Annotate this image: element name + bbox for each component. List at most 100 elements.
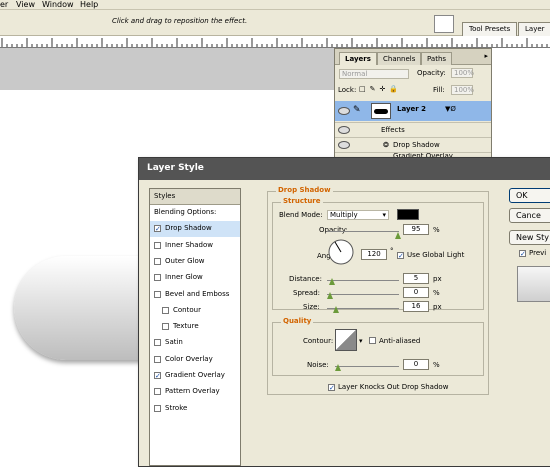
style-item-stroke[interactable]: Stroke: [150, 401, 240, 417]
style-item-label: Bevel and Emboss: [165, 289, 230, 298]
palette-well-icon[interactable]: [434, 15, 454, 33]
style-item-label: Stroke: [165, 403, 188, 412]
menu-item-help[interactable]: Help: [80, 0, 98, 10]
tab-paths[interactable]: Paths: [421, 52, 453, 65]
angle-dial[interactable]: [327, 238, 355, 266]
style-item-label: Contour: [173, 305, 201, 314]
style-item-blending-options-default[interactable]: Blending Options: Default: [150, 205, 240, 231]
tab-layers[interactable]: Layers: [339, 52, 377, 65]
style-checkbox[interactable]: [154, 404, 161, 412]
style-checkbox[interactable]: [154, 339, 161, 347]
fill-label: Fill:: [433, 86, 445, 94]
size-unit: px: [433, 303, 442, 311]
dialog-titlebar[interactable]: Layer Style: [139, 158, 550, 180]
blend-mode-label: Blend Mode:: [279, 211, 323, 219]
style-checkbox[interactable]: [154, 290, 161, 298]
eye-icon[interactable]: [338, 126, 350, 134]
fx-icon[interactable]: ▼Ø: [445, 105, 456, 113]
options-hint: Click and drag to reposition the effect.: [112, 17, 248, 25]
opacity-input[interactable]: 95: [403, 224, 429, 235]
effect-row-drop-shadow: ❂ Drop Shadow: [335, 137, 491, 152]
horizontal-ruler: [0, 36, 550, 48]
angle-input[interactable]: 120: [361, 249, 387, 260]
menu-item-window[interactable]: Window: [42, 0, 74, 10]
layers-panel: Layers Channels Paths ▸ Normal Opacity: …: [334, 48, 492, 160]
style-item-pattern-overlay[interactable]: Pattern Overlay: [150, 384, 240, 400]
eye-icon[interactable]: [338, 107, 350, 115]
fill-input[interactable]: 100%: [451, 85, 474, 95]
drop-shadow-group: Drop Shadow Structure Blend Mode: Multip…: [267, 186, 489, 395]
knockout-checkbox[interactable]: ✓: [328, 384, 335, 392]
chevron-down-icon: ▾: [382, 211, 386, 219]
new-style-button[interactable]: New Sty: [509, 230, 550, 245]
noise-slider[interactable]: [335, 366, 399, 367]
opacity-label: Opacity:: [319, 226, 348, 234]
layer-blend-mode-select[interactable]: Normal: [339, 69, 409, 79]
style-checkbox[interactable]: [154, 257, 161, 265]
distance-slider[interactable]: [327, 280, 399, 281]
layers-opacity-input[interactable]: 100%: [451, 68, 474, 78]
style-item-outer-glow[interactable]: Outer Glow: [150, 254, 240, 270]
style-checkbox[interactable]: [154, 241, 161, 249]
style-item-contour[interactable]: Contour: [150, 303, 240, 319]
styles-header[interactable]: Styles: [150, 189, 240, 205]
chevron-down-icon[interactable]: ▾: [359, 337, 363, 345]
styles-list: Styles Blending Options: Default✓Drop Sh…: [149, 188, 241, 466]
quality-title: Quality: [281, 317, 314, 325]
quality-group: Quality Contour: ▾ Anti-aliased Noise: 0…: [272, 317, 484, 376]
spread-unit: %: [433, 289, 440, 297]
size-input[interactable]: 16: [403, 301, 429, 312]
tab-layer-comps[interactable]: Layer C: [518, 22, 550, 45]
preview-checkbox[interactable]: ✓: [519, 250, 526, 258]
opacity-slider[interactable]: [327, 231, 399, 232]
style-checkbox[interactable]: [154, 388, 161, 396]
opacity-slider-thumb[interactable]: [395, 232, 401, 239]
style-item-label: Gradient Overlay: [165, 371, 225, 379]
style-checkbox[interactable]: ✓: [154, 225, 161, 233]
canvas-pasteboard: [0, 48, 336, 90]
lock-icons[interactable]: □✎✛🔒: [359, 85, 402, 93]
style-item-gradient-overlay[interactable]: ✓ Gradient Overlay: [150, 368, 240, 384]
use-global-light-checkbox[interactable]: ✓: [397, 252, 404, 260]
noise-label: Noise:: [307, 361, 329, 369]
noise-input[interactable]: 0: [403, 359, 429, 370]
eye-icon[interactable]: [338, 141, 350, 149]
style-item-label: Outer Glow: [165, 256, 205, 265]
style-preview-thumbnail: [517, 266, 550, 302]
style-item-drop-shadow[interactable]: ✓ Drop Shadow: [150, 221, 240, 238]
style-item-label: Inner Shadow: [165, 240, 213, 249]
style-checkbox[interactable]: [162, 323, 169, 331]
tab-tool-presets[interactable]: Tool Presets: [462, 22, 518, 36]
blend-mode-select[interactable]: Multiply ▾: [327, 210, 389, 220]
style-item-color-overlay[interactable]: Color Overlay: [150, 352, 240, 368]
style-checkbox[interactable]: [154, 274, 161, 282]
style-item-inner-glow[interactable]: Inner Glow: [150, 270, 240, 286]
layer-row-layer-2[interactable]: ✎ Layer 2 ▼Ø: [335, 101, 491, 121]
panel-menu-icon[interactable]: ▸: [484, 52, 488, 60]
style-checkbox[interactable]: [162, 306, 169, 314]
distance-input[interactable]: 5: [403, 273, 429, 284]
brush-icon: ✎: [353, 105, 361, 115]
style-item-texture[interactable]: Texture: [150, 319, 240, 335]
use-global-light-label: Use Global Light: [407, 251, 465, 259]
anti-aliased-checkbox[interactable]: [369, 337, 376, 344]
style-item-inner-shadow[interactable]: Inner Shadow: [150, 238, 240, 254]
style-checkbox[interactable]: ✓: [154, 372, 161, 380]
size-slider[interactable]: [327, 308, 399, 309]
spread-slider[interactable]: [327, 294, 399, 295]
menu-item-view[interactable]: View: [16, 0, 35, 10]
preview-label: Previ: [529, 249, 547, 257]
style-item-satin[interactable]: Satin: [150, 335, 240, 351]
degree-unit: °: [390, 247, 394, 255]
cancel-button[interactable]: Cance: [509, 208, 550, 223]
menu-item-filter[interactable]: er: [0, 0, 8, 10]
spread-input[interactable]: 0: [403, 287, 429, 298]
shadow-color-swatch[interactable]: [397, 209, 419, 220]
contour-picker[interactable]: [335, 329, 357, 351]
layer-thumbnail: [371, 103, 391, 119]
style-item-bevel-and-emboss[interactable]: Bevel and Emboss: [150, 287, 240, 303]
style-checkbox[interactable]: [154, 355, 161, 363]
tab-channels[interactable]: Channels: [377, 52, 422, 65]
ok-button[interactable]: OK: [509, 188, 550, 203]
style-item-label: Drop Shadow: [165, 224, 212, 233]
